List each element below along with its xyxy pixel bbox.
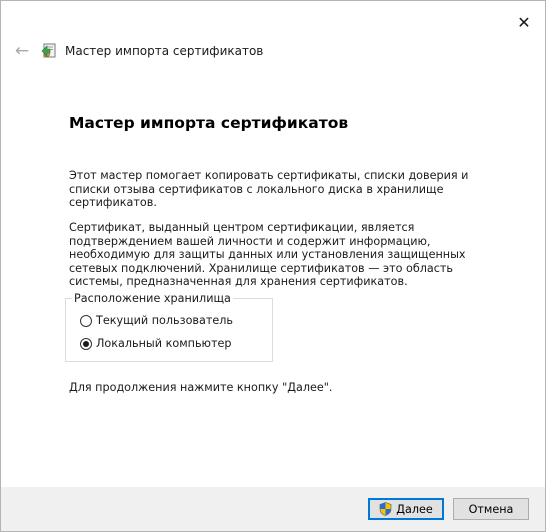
radio-current-user[interactable]: Текущий пользователь <box>80 314 233 327</box>
cancel-button[interactable]: Отмена <box>453 498 529 520</box>
next-button-label: Далее <box>396 502 433 516</box>
radio-button-unchecked[interactable] <box>80 314 92 327</box>
close-icon: ✕ <box>517 12 531 32</box>
page-title: Мастер импорта сертификатов <box>69 114 349 132</box>
radio-button-checked[interactable] <box>80 337 92 350</box>
wizard-window: ✕ ← Мастер импорта сертификатов Мастер и… <box>0 0 546 532</box>
close-button[interactable]: ✕ <box>511 9 537 35</box>
wizard-header: Мастер импорта сертификатов <box>41 42 263 59</box>
cancel-button-label: Отмена <box>468 502 514 516</box>
uac-shield-icon <box>379 502 392 516</box>
store-location-legend: Расположение хранилища <box>72 292 233 305</box>
back-button[interactable]: ← <box>12 41 32 61</box>
back-arrow-icon: ← <box>14 41 30 61</box>
radio-label-local-machine: Локальный компьютер <box>96 337 232 350</box>
wizard-title: Мастер импорта сертификатов <box>65 43 264 58</box>
next-button[interactable]: Далее <box>368 498 444 520</box>
store-location-group: Расположение хранилища Текущий пользоват… <box>65 292 273 362</box>
certificate-wizard-icon <box>41 43 56 58</box>
continue-instruction: Для продолжения нажмите кнопку "Далее". <box>69 381 333 394</box>
description-paragraph: Сертификат, выданный центром сертификаци… <box>69 221 466 288</box>
button-bar: Далее Отмена <box>1 487 545 531</box>
radio-local-machine[interactable]: Локальный компьютер <box>80 337 231 350</box>
radio-label-current-user: Текущий пользователь <box>96 314 234 327</box>
intro-paragraph: Этот мастер помогает копировать сертифик… <box>69 169 469 209</box>
